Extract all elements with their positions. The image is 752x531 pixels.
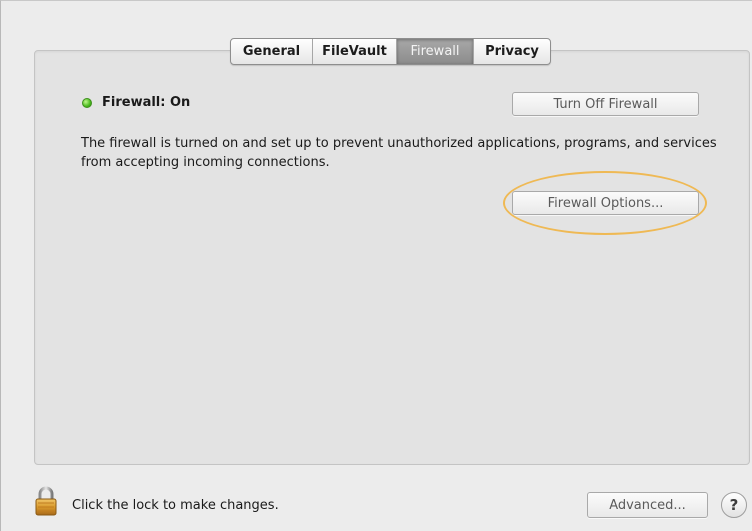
help-button[interactable]: ? xyxy=(721,492,747,518)
tab-general[interactable]: General xyxy=(231,39,313,64)
advanced-button[interactable]: Advanced... xyxy=(587,492,708,518)
tab-bar: General FileVault Firewall Privacy xyxy=(230,38,551,65)
tab-privacy[interactable]: Privacy xyxy=(474,39,550,64)
firewall-description: The firewall is turned on and set up to … xyxy=(81,136,717,170)
tab-filevault[interactable]: FileVault xyxy=(313,39,397,64)
status-indicator-icon xyxy=(82,97,92,108)
firewall-options-button[interactable]: Firewall Options... xyxy=(512,191,699,215)
security-preferences-window: General FileVault Firewall Privacy Firew… xyxy=(0,0,752,531)
lock-label: Click the lock to make changes. xyxy=(72,498,279,513)
padlock-icon[interactable] xyxy=(35,486,57,516)
tab-firewall[interactable]: Firewall xyxy=(397,39,474,64)
firewall-status: Firewall: On xyxy=(82,95,190,110)
turn-off-firewall-button[interactable]: Turn Off Firewall xyxy=(512,92,699,116)
firewall-status-label: Firewall: On xyxy=(102,95,191,110)
